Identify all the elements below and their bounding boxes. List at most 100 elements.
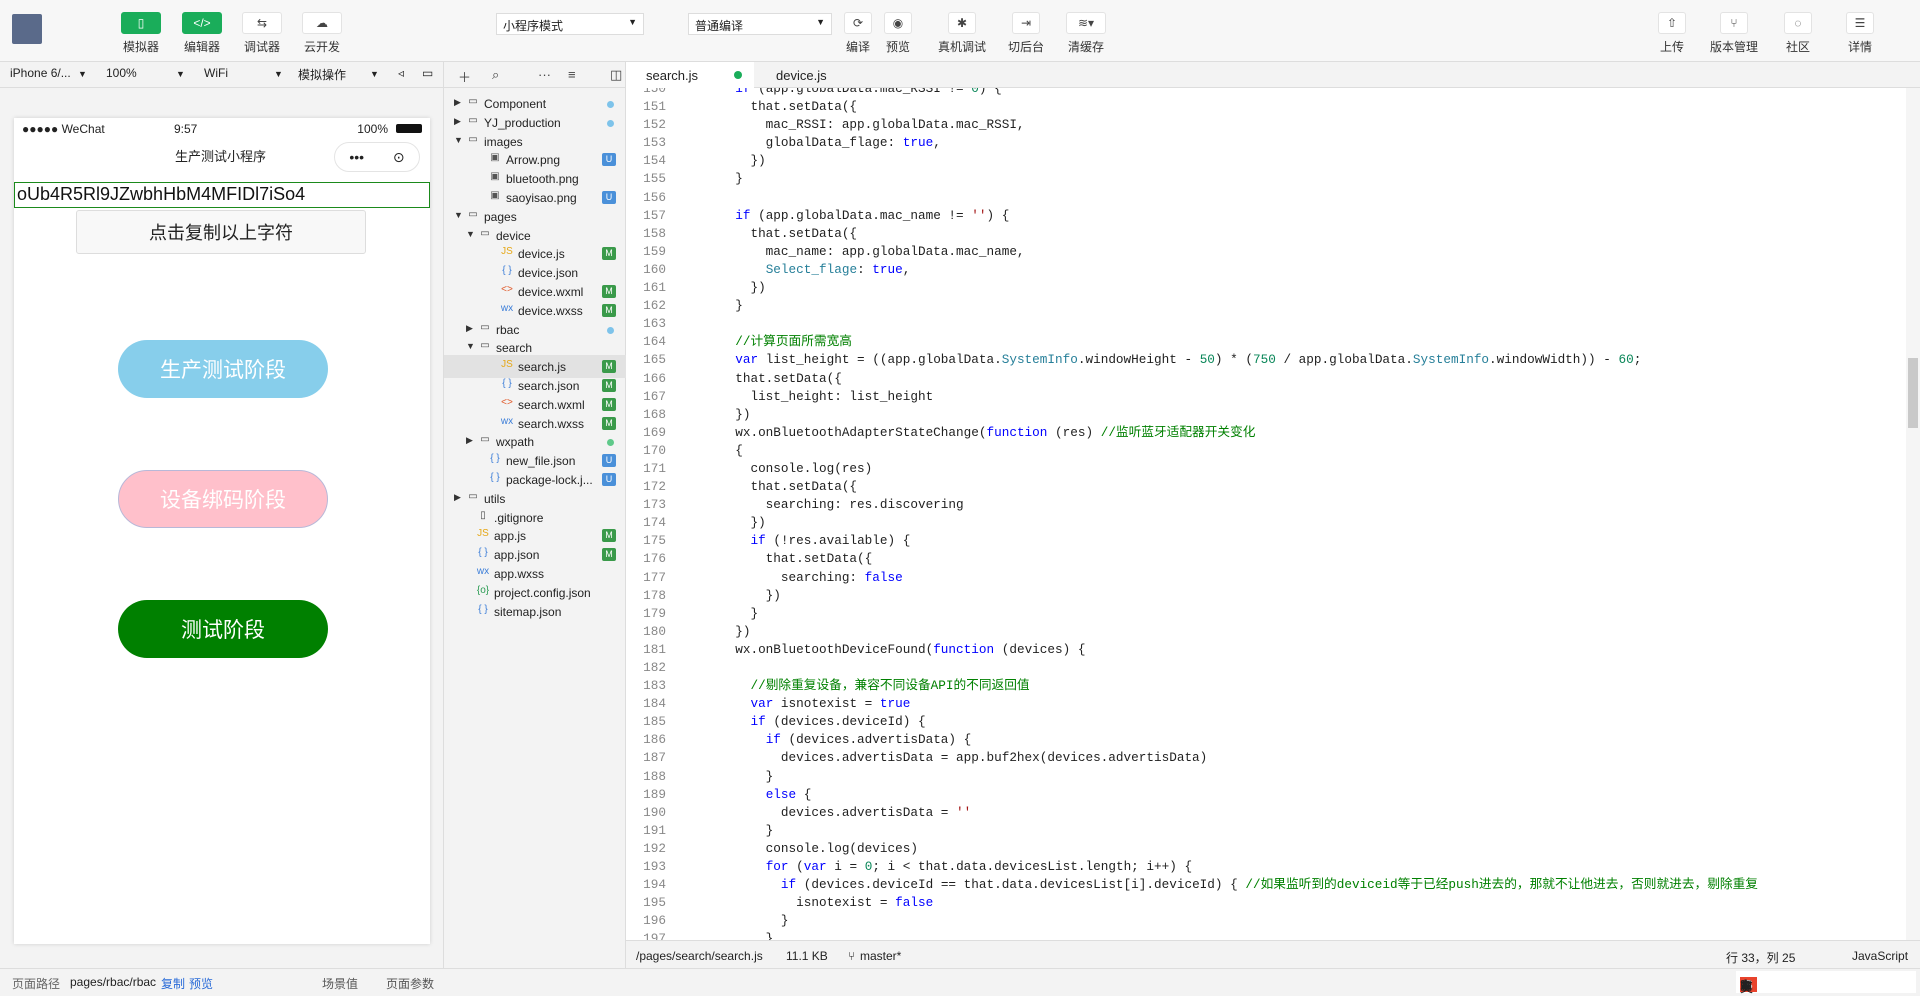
code-line[interactable] bbox=[720, 189, 1758, 207]
git-branch[interactable]: master* bbox=[860, 949, 901, 963]
code-line[interactable]: searching: false bbox=[720, 569, 1758, 587]
chevron-right-icon[interactable]: ▶ bbox=[454, 492, 461, 503]
preview-link[interactable]: 预览 bbox=[189, 975, 213, 992]
device-select[interactable]: iPhone 6/... bbox=[10, 66, 71, 80]
stage-device-binding-button[interactable]: 设备绑码阶段 bbox=[118, 470, 328, 528]
code-line[interactable]: //剔除重复设备，兼容不同设备API的不同返回值 bbox=[720, 677, 1758, 695]
split-icon[interactable]: ◫ bbox=[610, 67, 622, 83]
chevron-down-icon[interactable]: ▼ bbox=[454, 210, 463, 220]
ime-toolbar[interactable]: S 英 ☾ °, ▦ ☺ ♟ ▩ bbox=[1736, 971, 1916, 995]
code-line[interactable]: var list_height = ((app.globalData.Syste… bbox=[720, 351, 1758, 369]
code-line[interactable]: wx.onBluetoothDeviceFound(function (devi… bbox=[720, 641, 1758, 659]
details-button[interactable]: ☰ 详情 bbox=[1832, 12, 1888, 55]
code-line[interactable]: for (var i = 0; i < that.data.devicesLis… bbox=[720, 858, 1758, 876]
version-button[interactable]: ⑂ 版本管理 bbox=[1706, 12, 1762, 55]
cloud-button[interactable]: ☁ 云开发 bbox=[297, 12, 347, 55]
code-area[interactable]: 150 151 152 153 154 155 156 157 158 159 160 161 162 1… bbox=[626, 88, 1920, 940]
code-line[interactable]: mac_name: app.globalData.mac_name, bbox=[720, 243, 1758, 261]
simulator-button[interactable]: ▯ 模拟器 bbox=[116, 12, 166, 55]
clear-cache-button[interactable]: ≋▾ 清缓存 bbox=[1058, 12, 1114, 55]
code-line[interactable]: that.setData({ bbox=[720, 370, 1758, 388]
page-params[interactable]: 页面参数 bbox=[386, 975, 434, 992]
chevron-right-icon[interactable]: ▶ bbox=[454, 97, 461, 108]
code-line[interactable]: isnotexist = false bbox=[720, 894, 1758, 912]
preview-button[interactable]: ◉ 预览 bbox=[870, 12, 926, 55]
code-line[interactable]: wx.onBluetoothAdapterStateChange(functio… bbox=[720, 424, 1758, 442]
chevron-right-icon[interactable]: ▶ bbox=[454, 116, 461, 127]
scrollbar-thumb[interactable] bbox=[1908, 358, 1918, 428]
chevron-right-icon[interactable]: ▶ bbox=[466, 435, 473, 446]
capsule-menu[interactable]: ••• ⊙ bbox=[334, 142, 420, 172]
code-line[interactable] bbox=[720, 315, 1758, 333]
avatar[interactable] bbox=[12, 14, 42, 44]
code-line[interactable]: } bbox=[720, 930, 1758, 940]
chevron-right-icon[interactable]: ▶ bbox=[466, 323, 473, 334]
code-line[interactable]: } bbox=[720, 170, 1758, 188]
code-line[interactable]: mac_RSSI: app.globalData.mac_RSSI, bbox=[720, 116, 1758, 134]
code-line[interactable]: }) bbox=[720, 406, 1758, 424]
code-line[interactable]: } bbox=[720, 822, 1758, 840]
code-line[interactable]: } bbox=[720, 912, 1758, 930]
code-line[interactable]: }) bbox=[720, 152, 1758, 170]
network-select[interactable]: WiFi bbox=[204, 66, 228, 80]
vertical-scrollbar[interactable] bbox=[1906, 88, 1920, 940]
code-line[interactable]: console.log(devices) bbox=[720, 840, 1758, 858]
more-icon[interactable]: ••• bbox=[349, 149, 364, 165]
code-line[interactable]: devices.advertisData = '' bbox=[720, 804, 1758, 822]
code-line[interactable]: if (app.globalData.mac_name != '') { bbox=[720, 207, 1758, 225]
code-line[interactable]: }) bbox=[720, 279, 1758, 297]
debugger-button[interactable]: ⇆ 调试器 bbox=[237, 12, 287, 55]
code-line[interactable]: Select_flage: true, bbox=[720, 261, 1758, 279]
code-line[interactable]: } bbox=[720, 768, 1758, 786]
code-line[interactable]: }) bbox=[720, 514, 1758, 532]
upload-button[interactable]: ⇧ 上传 bbox=[1644, 12, 1700, 55]
chevron-down-icon[interactable]: ▼ bbox=[466, 229, 475, 239]
community-button[interactable]: ◌ 社区 bbox=[1770, 12, 1826, 55]
code-line[interactable]: if (devices.deviceId) { bbox=[720, 713, 1758, 731]
add-icon[interactable]: ＋ bbox=[458, 67, 471, 86]
search-icon[interactable]: ⌕ bbox=[492, 67, 499, 83]
mode-select[interactable]: 小程序模式 ▼ bbox=[496, 13, 644, 35]
sort-icon[interactable]: ≡ bbox=[568, 67, 576, 82]
code-line[interactable]: devices.advertisData = app.buf2hex(devic… bbox=[720, 749, 1758, 767]
code-line[interactable]: if (devices.deviceId == that.data.device… bbox=[720, 876, 1758, 894]
code-line[interactable]: { bbox=[720, 442, 1758, 460]
background-button[interactable]: ⇥ 切后台 bbox=[998, 12, 1054, 55]
editor-button[interactable]: </> 编辑器 bbox=[177, 12, 227, 55]
code-line[interactable]: }) bbox=[720, 623, 1758, 641]
window-icon[interactable]: ▭ bbox=[422, 66, 433, 80]
close-circle-icon[interactable]: ⊙ bbox=[393, 149, 405, 166]
code-line[interactable]: searching: res.discovering bbox=[720, 496, 1758, 514]
sim-ops-select[interactable]: 模拟操作 bbox=[298, 66, 346, 83]
scene-value[interactable]: 场景值 bbox=[322, 975, 358, 992]
openid-field[interactable]: oUb4R5Rl9JZwbhHbM4MFIDl7iSo4 bbox=[14, 182, 430, 208]
code-line[interactable]: that.setData({ bbox=[720, 550, 1758, 568]
code-line[interactable]: var isnotexist = true bbox=[720, 695, 1758, 713]
chevron-down-icon[interactable]: ▼ bbox=[466, 341, 475, 351]
code-line[interactable]: //计算页面所需宽高 bbox=[720, 333, 1758, 351]
compile-mode-select[interactable]: 普通编译 ▼ bbox=[688, 13, 832, 35]
stage-test-button[interactable]: 测试阶段 bbox=[118, 600, 328, 658]
tab-search-js[interactable]: search.js bbox=[626, 62, 754, 88]
language-mode[interactable]: JavaScript bbox=[1852, 949, 1908, 963]
code-line[interactable]: if (app.globalData.mac_RSSI != 0) { bbox=[720, 88, 1758, 98]
code-line[interactable]: that.setData({ bbox=[720, 478, 1758, 496]
code-line[interactable]: }) bbox=[720, 587, 1758, 605]
code-line[interactable]: list_height: list_height bbox=[720, 388, 1758, 406]
file-item[interactable]: { } sitemap.json bbox=[444, 600, 626, 623]
chevron-down-icon[interactable]: ▼ bbox=[454, 135, 463, 145]
code-line[interactable]: console.log(res) bbox=[720, 460, 1758, 478]
copy-button[interactable]: 点击复制以上字符 bbox=[76, 210, 366, 254]
code-line[interactable]: globalData_flage: true, bbox=[720, 134, 1758, 152]
code-line[interactable]: that.setData({ bbox=[720, 98, 1758, 116]
code-line[interactable]: } bbox=[720, 297, 1758, 315]
code-line[interactable]: else { bbox=[720, 786, 1758, 804]
code-line[interactable]: } bbox=[720, 605, 1758, 623]
code-line[interactable] bbox=[720, 659, 1758, 677]
code-line[interactable]: if (devices.advertisData) { bbox=[720, 731, 1758, 749]
copy-link[interactable]: 复制 bbox=[161, 975, 185, 992]
code-lines[interactable]: if (app.globalData.mac_RSSI != 0) { that… bbox=[720, 88, 1758, 940]
cursor-position[interactable]: 行 33，列 25 bbox=[1726, 949, 1795, 966]
tab-device-js[interactable]: device.js bbox=[756, 62, 884, 88]
real-debug-button[interactable]: ✱ 真机调试 bbox=[934, 12, 990, 55]
